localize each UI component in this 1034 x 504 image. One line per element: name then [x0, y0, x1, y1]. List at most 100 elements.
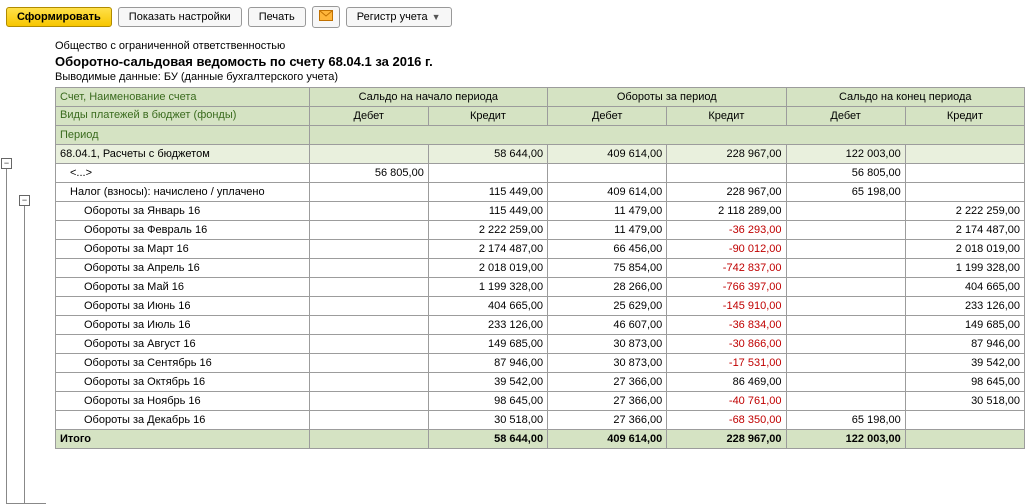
row-label: Обороты за Сентябрь 16 — [56, 354, 310, 373]
row-label: Обороты за Август 16 — [56, 335, 310, 354]
row-label: Обороты за Май 16 — [56, 278, 310, 297]
table-row[interactable]: Налог (взносы): начислено / уплачено115 … — [56, 183, 1025, 202]
cell-value — [667, 164, 786, 183]
cell-value: 233 126,00 — [905, 297, 1024, 316]
cell-value: 27 366,00 — [548, 411, 667, 430]
settings-button[interactable]: Показать настройки — [118, 7, 242, 27]
table-row[interactable]: Обороты за Ноябрь 1698 645,0027 366,00-4… — [56, 392, 1025, 411]
print-button[interactable]: Печать — [248, 7, 306, 27]
tree-toggle[interactable]: − — [1, 158, 12, 169]
cell-value — [786, 354, 905, 373]
mail-icon — [319, 10, 333, 24]
col-period: Период — [56, 126, 310, 145]
row-label: Обороты за Февраль 16 — [56, 221, 310, 240]
report-area: − − Общество с ограниченной ответственно… — [0, 40, 1034, 459]
cell-value — [309, 373, 428, 392]
cell-value — [309, 183, 428, 202]
col-turn: Обороты за период — [548, 88, 786, 107]
table-row[interactable]: 68.04.1, Расчеты с бюджетом58 644,00409 … — [56, 145, 1025, 164]
cell-value — [428, 164, 547, 183]
col-open: Сальдо на начало периода — [309, 88, 547, 107]
table-row[interactable]: Обороты за Сентябрь 1687 946,0030 873,00… — [56, 354, 1025, 373]
cell-value: 98 645,00 — [905, 373, 1024, 392]
org-name: Общество с ограниченной ответственностью — [55, 40, 1024, 52]
cell-value — [309, 430, 428, 449]
cell-value — [786, 373, 905, 392]
cell-value: 87 946,00 — [428, 354, 547, 373]
row-label: Обороты за Апрель 16 — [56, 259, 310, 278]
cell-value: 87 946,00 — [905, 335, 1024, 354]
cell-value — [309, 392, 428, 411]
cell-value: 66 456,00 — [548, 240, 667, 259]
cell-value — [905, 430, 1024, 449]
mail-button[interactable] — [312, 6, 340, 28]
cell-value: 11 479,00 — [548, 202, 667, 221]
row-label: <...> — [56, 164, 310, 183]
cell-value: 2 118 289,00 — [667, 202, 786, 221]
table-row[interactable]: Обороты за Май 161 199 328,0028 266,00-7… — [56, 278, 1025, 297]
cell-value: 56 805,00 — [786, 164, 905, 183]
cell-value: 65 198,00 — [786, 183, 905, 202]
col-turn-debit: Дебет — [548, 107, 667, 126]
toolbar: Сформировать Показать настройки Печать Р… — [0, 0, 1034, 34]
cell-value: 115 449,00 — [428, 183, 547, 202]
cell-value: -68 350,00 — [667, 411, 786, 430]
cell-value: 86 469,00 — [667, 373, 786, 392]
table-row[interactable]: Обороты за Июль 16233 126,0046 607,00-36… — [56, 316, 1025, 335]
cell-value: 2 174 487,00 — [905, 221, 1024, 240]
cell-value — [786, 278, 905, 297]
cell-value: 122 003,00 — [786, 145, 905, 164]
cell-value: 149 685,00 — [428, 335, 547, 354]
row-label: Обороты за Март 16 — [56, 240, 310, 259]
cell-value: 28 266,00 — [548, 278, 667, 297]
cell-value — [786, 335, 905, 354]
table-row[interactable]: <...>56 805,0056 805,00 — [56, 164, 1025, 183]
row-label: Обороты за Январь 16 — [56, 202, 310, 221]
cell-value: -90 012,00 — [667, 240, 786, 259]
cell-value: 404 665,00 — [905, 278, 1024, 297]
table-row[interactable]: Обороты за Июнь 16404 665,0025 629,00-14… — [56, 297, 1025, 316]
cell-value: 56 805,00 — [309, 164, 428, 183]
cell-value: 233 126,00 — [428, 316, 547, 335]
cell-value — [309, 202, 428, 221]
cell-value — [905, 411, 1024, 430]
form-button[interactable]: Сформировать — [6, 7, 112, 27]
cell-value: 115 449,00 — [428, 202, 547, 221]
tree-toggle[interactable]: − — [19, 195, 30, 206]
cell-value — [786, 297, 905, 316]
cell-value: 30 518,00 — [428, 411, 547, 430]
cell-value — [548, 164, 667, 183]
table-row[interactable]: Обороты за Октябрь 1639 542,0027 366,008… — [56, 373, 1025, 392]
cell-value: -40 761,00 — [667, 392, 786, 411]
cell-value — [309, 259, 428, 278]
cell-value: 75 854,00 — [548, 259, 667, 278]
col-close-credit: Кредит — [905, 107, 1024, 126]
cell-value: -766 397,00 — [667, 278, 786, 297]
cell-value: -36 834,00 — [667, 316, 786, 335]
table-row[interactable]: Обороты за Август 16149 685,0030 873,00-… — [56, 335, 1025, 354]
cell-value — [786, 316, 905, 335]
cell-value: 27 366,00 — [548, 392, 667, 411]
row-label: Обороты за Июнь 16 — [56, 297, 310, 316]
register-button[interactable]: Регистр учета ▼ — [346, 7, 452, 27]
cell-value: 39 542,00 — [428, 373, 547, 392]
cell-value — [309, 297, 428, 316]
table-row[interactable]: Обороты за Март 162 174 487,0066 456,00-… — [56, 240, 1025, 259]
row-label: 68.04.1, Расчеты с бюджетом — [56, 145, 310, 164]
cell-value: 149 685,00 — [905, 316, 1024, 335]
table-row[interactable]: Обороты за Апрель 162 018 019,0075 854,0… — [56, 259, 1025, 278]
row-label: Обороты за Декабрь 16 — [56, 411, 310, 430]
cell-value: 228 967,00 — [667, 145, 786, 164]
table-row[interactable]: Обороты за Декабрь 16 30 518,0027 366,00-… — [56, 411, 1025, 430]
cell-value — [309, 278, 428, 297]
cell-value: 409 614,00 — [548, 430, 667, 449]
row-label: Обороты за Ноябрь 16 — [56, 392, 310, 411]
cell-value — [309, 240, 428, 259]
cell-value: 58 644,00 — [428, 145, 547, 164]
cell-value — [309, 145, 428, 164]
cell-value: 2 222 259,00 — [428, 221, 547, 240]
table-row[interactable]: Обороты за Январь 16 115 449,0011 479,002… — [56, 202, 1025, 221]
report-title: Оборотно-сальдовая ведомость по счету 68… — [55, 54, 1024, 69]
cell-value: -742 837,00 — [667, 259, 786, 278]
table-row[interactable]: Обороты за Февраль 162 222 259,0011 479,… — [56, 221, 1025, 240]
